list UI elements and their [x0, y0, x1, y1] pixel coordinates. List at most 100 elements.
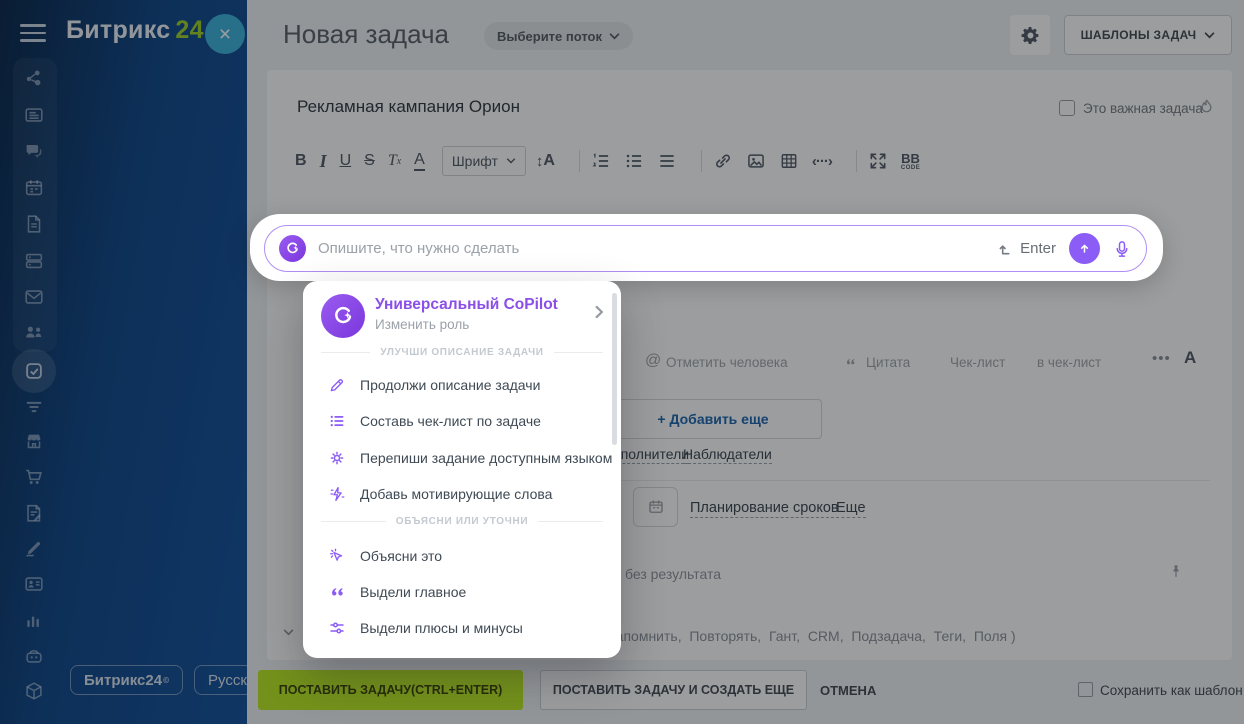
crm-funnel-icon[interactable]	[23, 396, 45, 418]
observers-link[interactable]: Наблюдатели	[683, 446, 772, 464]
cart-icon[interactable]	[23, 466, 45, 488]
calendar-icon	[647, 498, 665, 516]
align-icon[interactable]	[657, 151, 677, 171]
task-templates-button[interactable]: ШАБЛОНЫ ЗАДАЧ	[1064, 15, 1232, 55]
text-color-button[interactable]: A	[414, 151, 425, 171]
bullet-list-icon[interactable]	[624, 151, 644, 171]
contract-icon[interactable]	[23, 502, 45, 524]
bbcode-bottom: CODE	[901, 165, 920, 171]
pulse-icon[interactable]	[23, 67, 45, 89]
quote-icon[interactable]	[843, 355, 858, 368]
bbcode-top: BB	[901, 152, 920, 165]
font-selector[interactable]: Шрифт	[442, 146, 526, 176]
feed-icon[interactable]	[23, 104, 45, 126]
ordered-list-icon[interactable]	[591, 151, 611, 171]
mail-icon[interactable]	[23, 286, 45, 308]
divider	[588, 480, 1210, 481]
hamburger-menu-icon[interactable]	[20, 24, 46, 42]
chevron-down-icon[interactable]	[283, 629, 294, 636]
drive-icon[interactable]	[23, 250, 45, 272]
copilot-menu-item-label: Выдели главное	[360, 584, 466, 600]
copilot-menu-item-label: Выдели плюсы и минусы	[360, 620, 523, 636]
flow-selector[interactable]: Выберите поток	[484, 22, 633, 50]
expand-icon[interactable]	[868, 151, 888, 171]
bitrix-badge[interactable]: Битрикс24©	[70, 665, 183, 695]
document-icon[interactable]	[23, 213, 45, 235]
settings-button[interactable]	[1010, 15, 1050, 55]
tasks-icon[interactable]	[23, 360, 45, 382]
dropdown-scrollbar[interactable]	[612, 293, 617, 445]
store-icon[interactable]	[23, 430, 45, 452]
chevron-down-icon	[506, 158, 516, 164]
copilot-menu-item[interactable]: Добавь мотивирующие слова	[303, 481, 621, 507]
chat-icon[interactable]	[23, 140, 45, 162]
pros-cons-icon	[328, 619, 346, 637]
chevron-right-icon	[595, 305, 604, 319]
cancel-button[interactable]: ОТМЕНА	[820, 683, 876, 698]
box-icon[interactable]	[23, 680, 45, 702]
copilot-menu-item[interactable]: Составь чек-лист по задаче	[303, 408, 621, 434]
to-checklist-button[interactable]: в чек-лист	[1037, 355, 1101, 370]
text-mode-button[interactable]: A	[1184, 348, 1196, 368]
underline-button[interactable]: U	[340, 152, 352, 170]
more-link[interactable]: Еще	[836, 500, 866, 518]
bitrix-badge-label: Битрикс24	[84, 672, 162, 689]
checklist-button[interactable]: Чек-лист	[950, 355, 1005, 370]
mention-button[interactable]: Отметить человека	[666, 355, 788, 370]
link-icon[interactable]	[713, 151, 733, 171]
submit-task-button[interactable]: ПОСТАВИТЬ ЗАДАЧУ(CTRL+ENTER)	[258, 670, 523, 710]
planning-link[interactable]: Планирование сроков	[690, 500, 839, 518]
image-icon[interactable]	[746, 151, 766, 171]
copilot-role-row[interactable]: Универсальный CoPilot Изменить роль	[303, 281, 621, 345]
copilot-menu-item[interactable]: Перепиши задание доступным языком	[303, 445, 621, 471]
copilot-dropdown: Универсальный CoPilot Изменить роль УЛУЧ…	[303, 281, 621, 658]
copilot-send-button[interactable]	[1069, 233, 1100, 264]
copilot-avatar	[321, 294, 365, 338]
strikethrough-button[interactable]: S	[364, 152, 375, 170]
clear-format-x: x	[397, 156, 401, 167]
pin-icon[interactable]	[1168, 560, 1184, 582]
copilot-menu-item[interactable]: Продолжи описание задачи	[303, 372, 621, 398]
important-task-label: Это важная задача	[1083, 101, 1203, 116]
copilot-input[interactable]: Опишите, что нужно сделать Enter	[264, 225, 1147, 272]
code-button[interactable]: ‹···›	[812, 153, 832, 170]
save-as-template-checkbox[interactable]	[1078, 682, 1093, 697]
calendar-icon[interactable]	[23, 177, 45, 199]
divider-line	[321, 352, 370, 353]
copilot-menu-item-label: Добавь мотивирующие слова	[360, 486, 552, 502]
mention-at-icon[interactable]: @	[645, 352, 661, 370]
toolbar-separator	[579, 150, 580, 172]
bold-button[interactable]: B	[295, 152, 307, 170]
table-icon[interactable]	[779, 151, 799, 171]
task-title-input[interactable]: Рекламная кампания Орион	[297, 97, 520, 117]
more-options-button[interactable]: •••	[1152, 350, 1171, 367]
add-more-button[interactable]: + Добавить еще	[604, 399, 822, 439]
important-task-checkbox[interactable]	[1059, 100, 1075, 116]
robot-icon[interactable]	[23, 645, 45, 667]
copilot-menu-item[interactable]: Выдели главное	[303, 579, 621, 605]
bbcode-button[interactable]: BB CODE	[901, 152, 920, 171]
close-button[interactable]: ×	[205, 14, 245, 54]
sign-icon[interactable]	[23, 537, 45, 559]
contacts-icon[interactable]	[23, 573, 45, 595]
font-size-button[interactable]: ↕A	[536, 152, 555, 170]
report-icon[interactable]	[23, 609, 45, 631]
clear-format-button[interactable]: Tx	[388, 152, 401, 170]
sidebar: Битрикс 24 × Битрикс24©	[0, 0, 247, 724]
copilot-section-label: ОБЪЯСНИ ИЛИ УТОЧНИ	[396, 516, 529, 527]
copilot-menu-item[interactable]: Выдели плюсы и минусы	[303, 615, 621, 641]
copilot-section-divider: ОБЪЯСНИ ИЛИ УТОЧНИ	[321, 516, 603, 527]
explain-icon	[328, 547, 346, 565]
people-icon[interactable]	[23, 321, 45, 343]
copilot-menu-item[interactable]: Объясни это	[303, 543, 621, 569]
microphone-icon[interactable]	[1112, 238, 1132, 260]
deadline-calendar-button[interactable]	[633, 487, 678, 527]
page-title: Новая задача	[283, 19, 449, 50]
font-size-arrow: ↕	[536, 153, 544, 170]
italic-button[interactable]: I	[320, 151, 327, 172]
copilot-menu-item-label: Составь чек-лист по задаче	[360, 413, 541, 429]
quote-button[interactable]: Цитата	[866, 355, 910, 370]
brand-logo-suffix: 24	[175, 16, 203, 45]
extra-options-summary[interactable]: ( Напомнить, Повторять, Гант, CRM, Подза…	[597, 628, 1016, 644]
submit-and-new-button[interactable]: ПОСТАВИТЬ ЗАДАЧУ И СОЗДАТЬ ЕЩЕ	[540, 670, 807, 710]
